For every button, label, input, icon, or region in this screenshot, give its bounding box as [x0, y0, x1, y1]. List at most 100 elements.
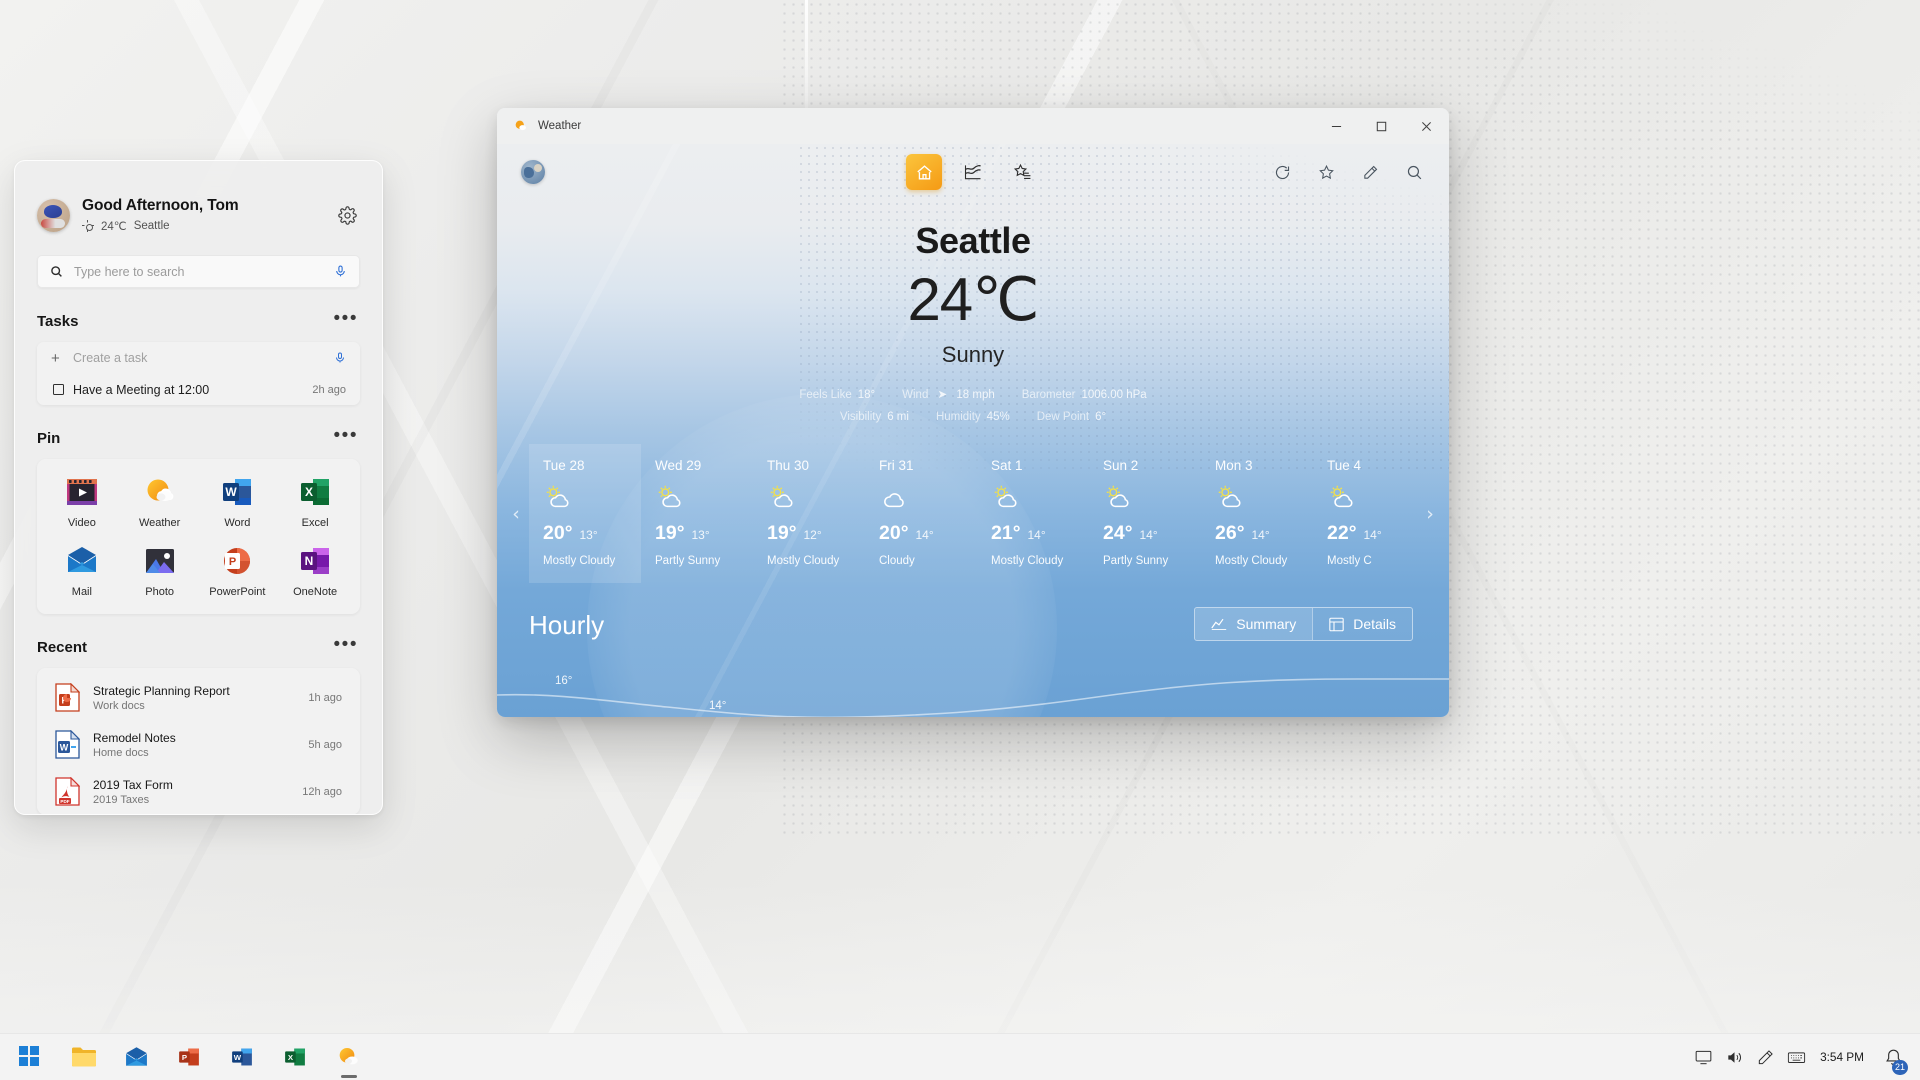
pin-app-onenote[interactable]: N OneNote	[276, 540, 354, 600]
metric-label: Humidity	[936, 411, 981, 423]
task-checkbox[interactable]	[53, 384, 64, 395]
maximize-button[interactable]	[1359, 108, 1404, 144]
task-row[interactable]: Have a Meeting at 12:00 2h ago	[37, 374, 360, 405]
search-icon[interactable]	[1403, 161, 1425, 183]
hourly-temperature-chart[interactable]: 16° 14°	[497, 653, 1449, 717]
home-icon[interactable]	[906, 154, 942, 190]
keyboard-icon[interactable]	[1781, 1034, 1812, 1080]
list-item-text: 2019 Tax Form 2019 Taxes	[93, 778, 302, 806]
minimize-button[interactable]	[1314, 108, 1359, 144]
tab-summary[interactable]: Summary	[1195, 608, 1312, 640]
list-icon	[1329, 617, 1344, 632]
pdf-file-icon: PDF	[55, 777, 80, 806]
metric-wind: Wind ➤ 18 mph	[902, 384, 995, 406]
current-condition: Sunny	[497, 342, 1449, 368]
list-item-text: Remodel Notes Home docs	[93, 731, 308, 759]
excel-icon[interactable]: X	[269, 1034, 322, 1080]
city-name: Seattle	[497, 220, 1449, 262]
tab-summary-label: Summary	[1236, 616, 1296, 632]
metrics-row-1: Feels Like18° Wind ➤ 18 mph Barometer100…	[497, 384, 1449, 406]
notification-icon[interactable]: 21	[1876, 1034, 1910, 1080]
pin-more-button[interactable]: •••	[334, 426, 358, 450]
forecast-day[interactable]: Fri 31 20° 14° Cloudy	[865, 444, 977, 583]
svg-text:P: P	[182, 1052, 187, 1061]
forecast-low: 14°	[1028, 528, 1046, 542]
tasks-more-button[interactable]: •••	[334, 309, 358, 333]
weather-window: Weather	[497, 108, 1449, 717]
file-subtitle: 2019 Taxes	[93, 794, 302, 806]
windows-start-icon[interactable]	[4, 1034, 57, 1080]
search-icon	[50, 265, 63, 278]
forecast-high: 20°	[879, 522, 909, 545]
microphone-icon[interactable]	[334, 351, 346, 365]
list-item[interactable]: PDF 2019 Tax Form 2019 Taxes 12h ago	[37, 768, 360, 815]
task-time: 2h ago	[312, 384, 346, 396]
file-explorer-icon[interactable]	[57, 1034, 110, 1080]
forecast-date: Wed 29	[655, 458, 753, 473]
partly-sunny-icon	[991, 483, 1089, 513]
forecast-strip: ‹ Tue 28 20° 13° Mostly Cloudy	[497, 444, 1449, 583]
window-titlebar[interactable]: Weather	[497, 108, 1449, 144]
pen-icon[interactable]	[1359, 161, 1381, 183]
word-icon[interactable]: W	[216, 1034, 269, 1080]
refresh-icon[interactable]	[1271, 161, 1293, 183]
list-item[interactable]: W Remodel Notes Home docs 5h ago	[37, 721, 360, 768]
forecast-low: 14°	[1252, 528, 1270, 542]
profile-temp: 24℃	[101, 219, 127, 233]
file-time: 1h ago	[308, 692, 342, 704]
task-label: Have a Meeting at 12:00	[73, 383, 312, 397]
forecast-date: Tue 28	[543, 458, 641, 473]
forecast-day[interactable]: Tue 28 20° 13° Mostly Cloudy	[529, 444, 641, 583]
pen-icon[interactable]	[1750, 1034, 1781, 1080]
gear-icon[interactable]	[334, 202, 360, 228]
forecast-description: Partly Sunny	[1103, 555, 1201, 567]
powerpoint-icon[interactable]: P	[163, 1034, 216, 1080]
globe-icon[interactable]	[521, 160, 545, 184]
forecast-day[interactable]: Sun 2 24° 14° Partly Sunny	[1089, 444, 1201, 583]
search-input[interactable]	[74, 265, 334, 279]
close-button[interactable]	[1404, 108, 1449, 144]
file-title: Remodel Notes	[93, 731, 308, 745]
tab-details[interactable]: Details	[1313, 608, 1412, 640]
pin-app-excel[interactable]: X Excel	[276, 471, 354, 531]
forecast-description: Cloudy	[879, 555, 977, 567]
create-task-row[interactable]: + Create a task	[37, 342, 360, 374]
weather-toolbar-actions	[1271, 161, 1425, 183]
pin-title: Pin	[37, 430, 60, 447]
clock[interactable]: 3:54 PM	[1812, 1050, 1876, 1064]
star-icon[interactable]	[1315, 161, 1337, 183]
list-item[interactable]: P Strategic Planning Report Work docs 1h…	[37, 674, 360, 721]
pin-app-mail[interactable]: Mail	[43, 540, 121, 600]
volume-icon[interactable]	[1719, 1034, 1750, 1080]
mail-icon[interactable]	[110, 1034, 163, 1080]
forecast-high: 19°	[655, 522, 685, 545]
search-box[interactable]	[37, 255, 360, 288]
pin-app-weather[interactable]: Weather	[121, 471, 199, 531]
chart-icon[interactable]	[955, 154, 991, 190]
tasks-section-header: Tasks •••	[15, 309, 382, 333]
chart-icon	[1211, 617, 1227, 631]
metric-label: Visibility	[840, 411, 881, 423]
pin-app-video[interactable]: Video	[43, 471, 121, 531]
forecast-next-button[interactable]: ›	[1417, 444, 1443, 583]
recent-more-button[interactable]: •••	[334, 635, 358, 659]
forecast-prev-button[interactable]: ‹	[503, 444, 529, 583]
forecast-day[interactable]: Wed 29 19° 13° Partly Sunny	[641, 444, 753, 583]
avatar[interactable]	[37, 199, 70, 232]
file-time: 12h ago	[302, 786, 342, 798]
favorites-icon[interactable]	[1004, 154, 1040, 190]
pin-app-word[interactable]: W Word	[199, 471, 277, 531]
forecast-day[interactable]: Mon 3 26° 14° Mostly Cloudy	[1201, 444, 1313, 583]
metric-barometer: Barometer1006.00 hPa	[1022, 384, 1147, 406]
forecast-day[interactable]: Thu 30 19° 12° Mostly Cloudy	[753, 444, 865, 583]
forecast-day[interactable]: Tue 4 22° 14° Mostly C	[1313, 444, 1417, 583]
pin-app-photo[interactable]: Photo	[121, 540, 199, 600]
microphone-icon[interactable]	[334, 264, 347, 279]
display-icon[interactable]	[1688, 1034, 1719, 1080]
pin-app-powerpoint[interactable]: P PowerPoint	[199, 540, 277, 600]
forecast-temps: 24° 14°	[1103, 522, 1201, 545]
current-temperature: 24℃	[497, 270, 1449, 330]
weather-icon[interactable]	[322, 1034, 375, 1080]
forecast-day[interactable]: Sat 1 21° 14° Mostly Cloudy	[977, 444, 1089, 583]
file-subtitle: Home docs	[93, 747, 308, 759]
